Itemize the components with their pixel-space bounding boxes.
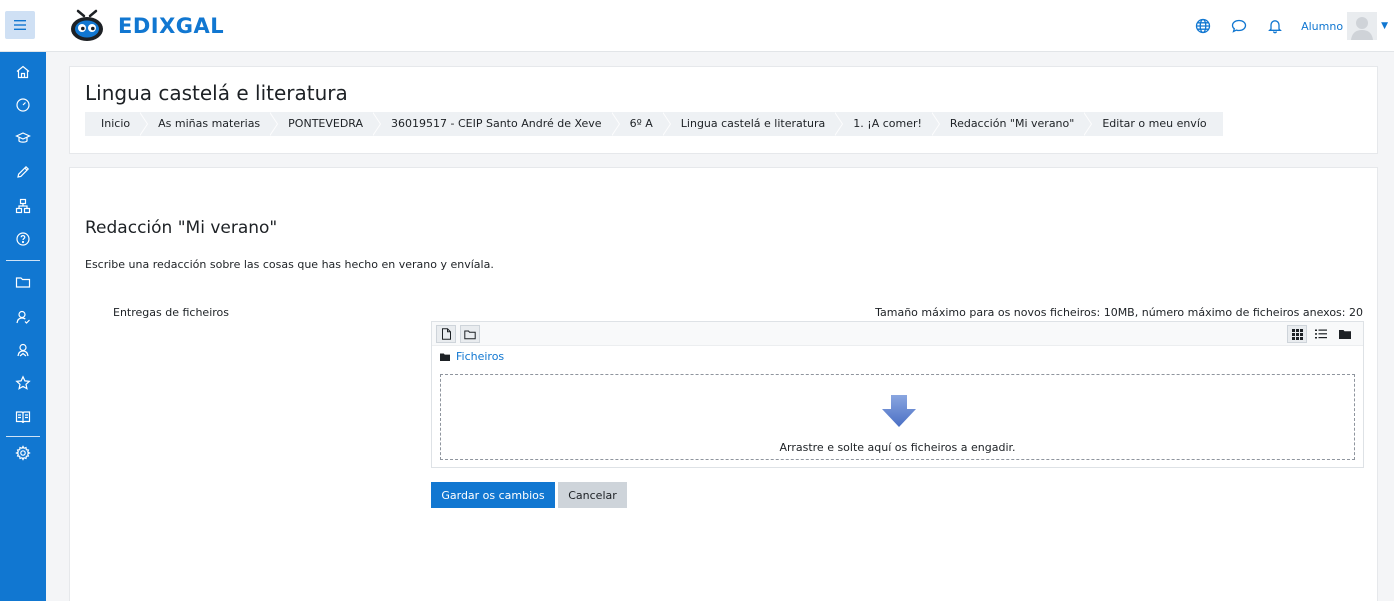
chevron-down-icon: ▼ <box>1381 21 1388 31</box>
folder-filled-icon <box>1339 330 1351 339</box>
user-name: Alumno <box>1301 19 1344 33</box>
breadcrumb-item-my-courses[interactable]: As miñas materias <box>140 112 279 136</box>
user-menu[interactable]: Alumno ▼ <box>1301 12 1388 40</box>
cancel-button[interactable]: Cancelar <box>558 482 627 508</box>
folder-icon[interactable] <box>0 266 46 298</box>
breadcrumb-item-course[interactable]: Lingua castelá e literatura <box>662 112 843 136</box>
home-icon[interactable] <box>0 56 46 88</box>
edit-icon[interactable] <box>0 156 46 188</box>
brand-name: EDIXGAL <box>118 14 225 38</box>
user-icon[interactable] <box>0 301 46 333</box>
hamburger-icon <box>14 20 26 30</box>
file-icon <box>441 328 451 340</box>
breadcrumb-item-region[interactable]: PONTEVEDRA <box>270 112 381 136</box>
settings-icon[interactable] <box>0 437 46 469</box>
file-submissions-label: Entregas de ficheiros <box>113 306 229 319</box>
breadcrumb-item-assignment[interactable]: Redacción "Mi verano" <box>931 112 1093 136</box>
courses-icon[interactable] <box>0 122 46 154</box>
view-list-button[interactable] <box>1311 325 1331 343</box>
folder-icon <box>464 330 476 339</box>
file-manager-toolbar <box>432 322 1363 346</box>
dropzone-text: Arrastre e solte aquí os ficheiros a eng… <box>779 441 1016 454</box>
language-icon[interactable] <box>1193 16 1213 36</box>
grid-icon <box>1291 328 1303 340</box>
add-file-button[interactable] <box>436 325 456 343</box>
help-icon[interactable] <box>0 223 46 255</box>
file-manager-path: Ficheiros <box>440 350 504 363</box>
breadcrumb: Inicio As miñas materias PONTEVEDRA 3601… <box>85 112 1223 136</box>
create-folder-button[interactable] <box>460 325 480 343</box>
view-icons-button[interactable] <box>1287 325 1307 343</box>
save-changes-button[interactable]: Gardar os cambios <box>431 482 555 508</box>
notifications-icon[interactable] <box>1265 16 1285 36</box>
sidebar-divider <box>6 260 40 261</box>
breadcrumb-item-inicio[interactable]: Inicio <box>85 112 149 136</box>
dashboard-icon[interactable] <box>0 89 46 121</box>
assignment-title: Redacción "Mi verano" <box>85 218 278 238</box>
menu-toggle-button[interactable] <box>5 11 35 39</box>
avatar-icon <box>1347 12 1378 40</box>
page-header: Lingua castelá e literatura Inicio As mi… <box>69 66 1378 154</box>
download-arrow-icon <box>882 395 916 427</box>
star-icon[interactable] <box>0 367 46 399</box>
users-icon[interactable] <box>0 334 46 366</box>
breadcrumb-item-section[interactable]: 1. ¡A comer! <box>835 112 940 136</box>
brand-logo-icon <box>71 9 103 41</box>
main-content: Redacción "Mi verano" Escribe una redacc… <box>69 167 1378 601</box>
file-dropzone[interactable]: Arrastre e solte aquí os ficheiros a eng… <box>440 374 1355 460</box>
path-root-link[interactable]: Ficheiros <box>456 350 504 363</box>
left-sidebar <box>0 52 46 601</box>
breadcrumb-item-school[interactable]: 36019517 - CEIP Santo André de Xeve <box>373 112 620 136</box>
assignment-intro: Escribe una redacción sobre las cosas qu… <box>85 258 494 271</box>
folder-filled-icon <box>440 353 450 361</box>
navbar-actions: Alumno ▼ <box>1193 12 1388 40</box>
view-tree-button[interactable] <box>1335 325 1355 343</box>
page-title: Lingua castelá e literatura <box>85 81 348 105</box>
file-manager: Ficheiros Arrastre e solte aquí os fiche… <box>431 321 1364 468</box>
breadcrumb-item-current: Editar o meu envío <box>1084 112 1223 136</box>
max-file-info: Tamaño máximo para os novos ficheiros: 1… <box>875 306 1363 319</box>
top-navbar: EDIXGAL Alumno ▼ <box>0 0 1394 52</box>
book-icon[interactable] <box>0 401 46 433</box>
messages-icon[interactable] <box>1229 16 1249 36</box>
sitemap-icon[interactable] <box>0 190 46 222</box>
list-icon <box>1315 329 1327 339</box>
brand[interactable]: EDIXGAL <box>66 8 224 44</box>
